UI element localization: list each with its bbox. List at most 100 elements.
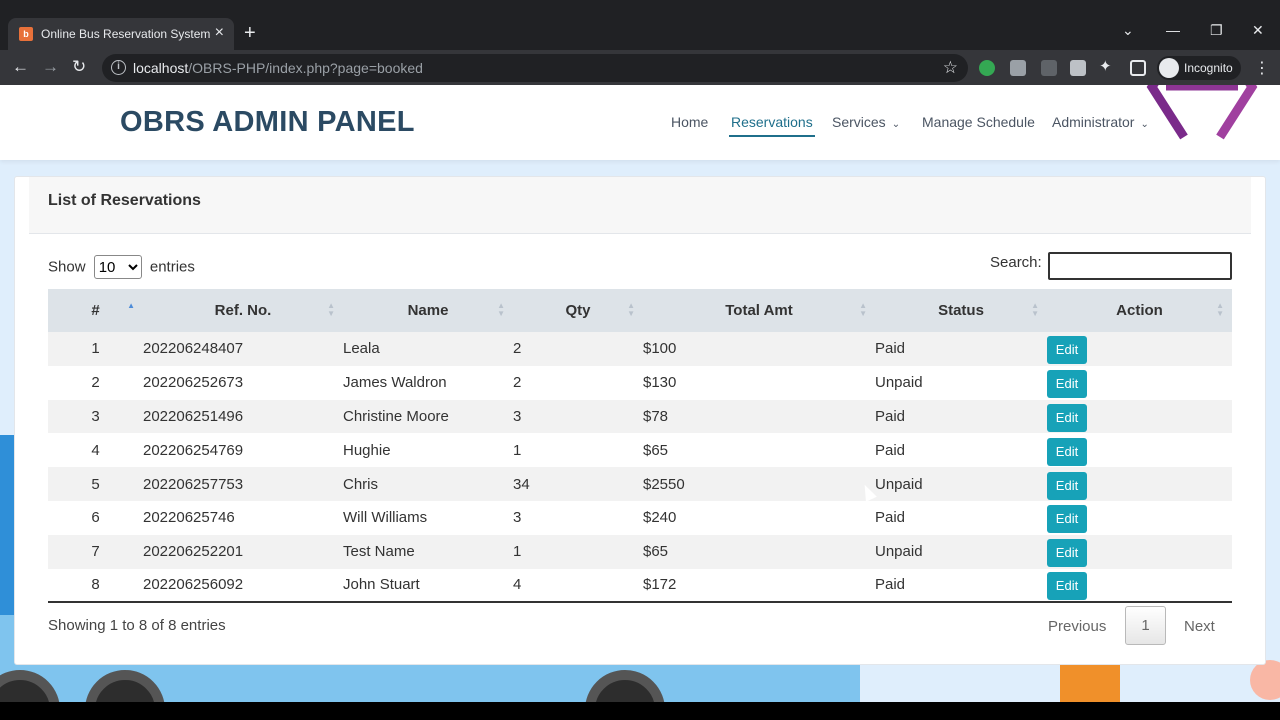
table-header-row: # ▲ Ref. No. ▲ ▼ Name ▲ ▼ Qty ▲ ▼ Total Amt ▲ ▼ S… (48, 289, 1232, 332)
url-path: /OBRS-PHP/index.php?page=booked (188, 60, 423, 76)
letterbox-bar (0, 702, 1280, 720)
card-header: List of Reservations (29, 177, 1251, 234)
cell-number: 4 (91, 441, 100, 459)
cell-total: $65 (643, 441, 669, 459)
cell-number: 3 (91, 407, 100, 425)
cell-status: Unpaid (875, 475, 923, 493)
table-row: 3 202206251496 Christine Moore 3 $78 Pai… (48, 399, 1232, 434)
cell-number: 7 (91, 543, 100, 561)
edit-button[interactable]: Edit (1047, 336, 1087, 365)
cell-total: $240 (643, 509, 677, 527)
column-header-ref[interactable]: Ref. No. ▲ ▼ (143, 289, 343, 332)
camera-extension-icon[interactable] (1010, 60, 1026, 76)
pagination-previous[interactable]: Previous (1048, 618, 1106, 635)
page-viewport: OBRS ADMIN PANEL Home Reservations Servi… (0, 85, 1280, 702)
reading-list-icon[interactable] (1130, 60, 1146, 76)
close-window-icon[interactable]: ✕ (1252, 22, 1264, 39)
cell-action: Edit (1047, 433, 1232, 467)
cell-number: 6 (91, 509, 100, 527)
column-header-label: Name (407, 302, 449, 319)
edit-button[interactable]: Edit (1047, 539, 1087, 568)
edit-button[interactable]: Edit (1047, 572, 1087, 601)
omnibox[interactable]: i localhost/OBRS-PHP/index.php?page=book… (102, 54, 968, 82)
restore-icon[interactable]: ❐ (1210, 22, 1223, 39)
cell-qty: 1 (513, 543, 522, 561)
cell-qty: 3 (513, 509, 522, 527)
column-header-label: Ref. No. (214, 302, 272, 319)
forward-icon[interactable]: → (42, 58, 59, 76)
column-header-action[interactable]: Action ▲ ▼ (1047, 289, 1232, 332)
column-header-qty[interactable]: Qty ▲ ▼ (513, 289, 643, 332)
column-header-label: Status (938, 302, 984, 319)
sort-icon: ▲ ▼ (859, 301, 867, 318)
pagination-page-current[interactable]: 1 (1125, 606, 1166, 645)
edit-button[interactable]: Edit (1047, 505, 1087, 534)
nav-administrator[interactable]: Administrator ⌄ (1052, 114, 1149, 130)
nav-services[interactable]: Services ⌄ (832, 114, 900, 130)
site-info-icon[interactable]: i (111, 60, 126, 75)
nav-administrator-label: Administrator (1052, 114, 1135, 130)
cell-action: Edit (1047, 568, 1232, 604)
card-title: List of Reservations (48, 192, 201, 209)
site-favicon-icon: b (19, 27, 33, 41)
edit-button[interactable]: Edit (1047, 370, 1087, 399)
screenshot-extension-icon[interactable] (1070, 60, 1086, 76)
cell-status: Paid (875, 441, 906, 459)
background-luggage (1060, 665, 1120, 702)
column-header-name[interactable]: Name ▲ ▼ (343, 289, 513, 332)
column-header-status[interactable]: Status ▲ ▼ (875, 289, 1047, 332)
incognito-profile[interactable]: Incognito (1157, 56, 1241, 80)
cell-total: $172 (643, 568, 875, 604)
nav-home[interactable]: Home (671, 114, 708, 130)
cell-total: $100 (643, 340, 677, 358)
reload-icon[interactable]: ↻ (72, 58, 86, 76)
tab-close-icon[interactable]: × (215, 24, 224, 42)
browser-menu-icon[interactable]: ⋮ (1254, 58, 1270, 78)
back-icon[interactable]: ← (12, 58, 29, 76)
cell-name: Chris (343, 475, 379, 493)
cell-action: Edit (1047, 501, 1232, 535)
cell-ref: 202206248407 (143, 340, 244, 358)
browser-tab[interactable]: b Online Bus Reservation System × (8, 18, 234, 50)
table-row: 7 202206252201 Test Name 1 $65 Unpaid Ed… (48, 534, 1232, 569)
tab-search-icon[interactable]: ⌄ (1122, 22, 1134, 39)
column-header-number[interactable]: # ▲ (48, 289, 143, 332)
pagination-next[interactable]: Next (1184, 618, 1215, 635)
puzzle-extensions-icon[interactable]: ✦ (1099, 57, 1115, 75)
new-tab-icon[interactable]: + (244, 22, 256, 44)
cell-status: Paid (875, 568, 1047, 604)
edit-button[interactable]: Edit (1047, 471, 1087, 500)
cell-name: Will Williams (343, 509, 428, 527)
cell-status: Unpaid (875, 543, 923, 561)
minimize-icon[interactable]: — (1166, 22, 1180, 38)
extension-icon[interactable] (979, 60, 995, 76)
chevron-down-icon: ⌄ (891, 119, 901, 130)
cell-ref: 20220625746 (143, 509, 235, 527)
nav-reservations[interactable]: Reservations (729, 114, 815, 137)
column-header-label: # (91, 302, 100, 319)
bookmark-star-icon[interactable]: ☆ (943, 58, 958, 78)
brand-title: OBRS ADMIN PANEL (120, 106, 415, 138)
nav-manage-schedule[interactable]: Manage Schedule (922, 114, 1035, 130)
cell-action: Edit (1047, 332, 1232, 366)
search-label: Search: (990, 254, 1042, 271)
watermark-logo (1146, 85, 1258, 140)
cell-ref: 202206252201 (143, 543, 244, 561)
column-header-total[interactable]: Total Amt ▲ ▼ (643, 289, 875, 332)
table-row: 1 202206248407 Leala 2 $100 Paid Edit (48, 332, 1232, 366)
show-label: Show (48, 258, 86, 276)
url-text[interactable]: localhost/OBRS-PHP/index.php?page=booked (133, 60, 423, 76)
cell-number: 2 (91, 374, 100, 392)
sort-icon: ▲ ▼ (1216, 301, 1224, 318)
cell-qty: 2 (513, 340, 522, 358)
sort-asc-icon: ▲ (127, 301, 135, 310)
page-length-select[interactable]: 10 (93, 255, 142, 279)
search-input[interactable] (1048, 252, 1232, 280)
cell-ref: 202206256092 (143, 568, 343, 604)
edit-button[interactable]: Edit (1047, 437, 1087, 466)
edit-button[interactable]: Edit (1047, 403, 1087, 432)
background-figure (1250, 660, 1280, 700)
cell-action: Edit (1047, 467, 1232, 501)
cell-action: Edit (1047, 535, 1232, 569)
pen-extension-icon[interactable] (1041, 60, 1057, 76)
